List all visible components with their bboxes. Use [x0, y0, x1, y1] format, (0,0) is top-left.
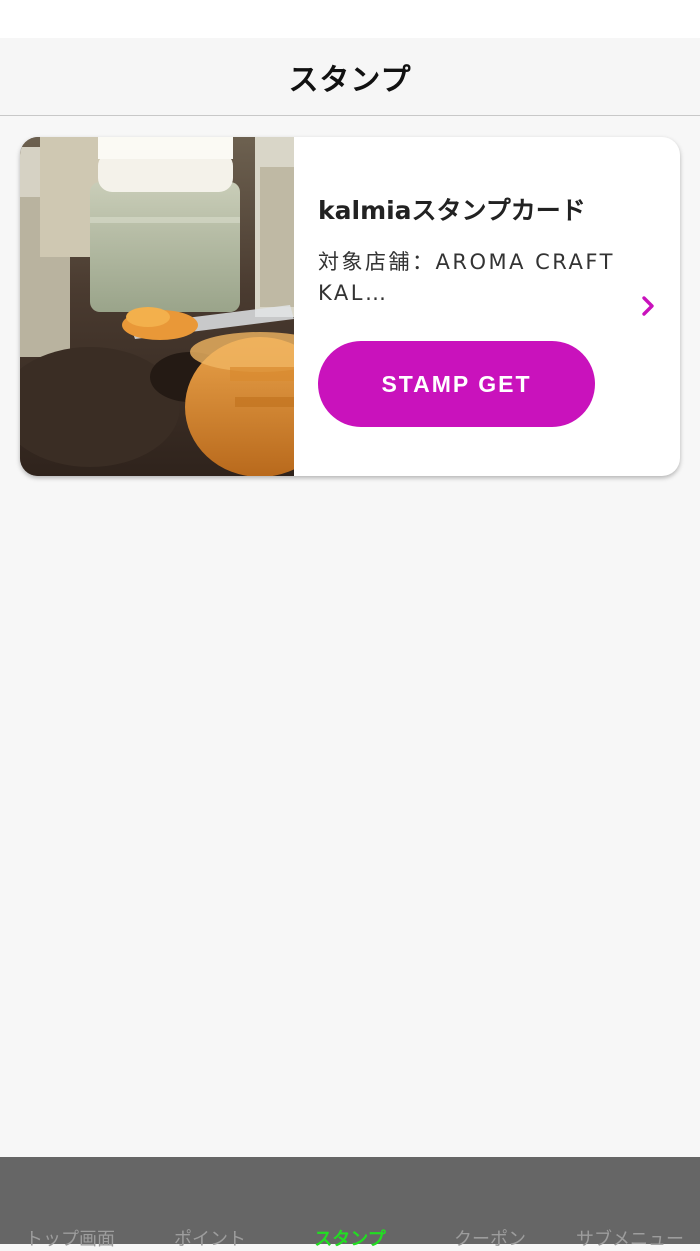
bottom-tab-bar: トップ画面 ポイント スタンプ クーポン サブメニュー [0, 1157, 700, 1250]
tab-coupon[interactable]: クーポン [420, 1157, 560, 1250]
tab-points[interactable]: ポイント [140, 1157, 280, 1250]
stamp-card-image [20, 137, 294, 476]
craft-photo [20, 137, 294, 476]
nav-header: スタンプ [0, 38, 700, 116]
tab-label: クーポン [454, 1229, 526, 1250]
stamp-card-body: kalmiaスタンプカード 対象店舗：AROMA CRAFT KAL… STAM… [294, 137, 680, 476]
stamp-card[interactable]: kalmiaスタンプカード 対象店舗：AROMA CRAFT KAL… STAM… [20, 137, 680, 476]
page-title: スタンプ [288, 62, 412, 98]
stamp-get-button[interactable]: STAMP GET [318, 341, 595, 427]
status-bar [0, 0, 700, 38]
chevron-right-icon[interactable] [638, 294, 658, 318]
card-title: kalmiaスタンプカード [318, 196, 586, 225]
tab-label: ポイント [174, 1229, 246, 1250]
tab-top[interactable]: トップ画面 [0, 1157, 140, 1250]
tab-submenu[interactable]: サブメニュー [560, 1157, 700, 1250]
tab-label: トップ画面 [25, 1229, 115, 1250]
card-store-name: 対象店舗：AROMA CRAFT KAL… [318, 250, 615, 305]
tab-label: スタンプ [314, 1229, 386, 1250]
tab-label: サブメニュー [576, 1229, 684, 1250]
tab-stamp[interactable]: スタンプ [280, 1157, 420, 1250]
